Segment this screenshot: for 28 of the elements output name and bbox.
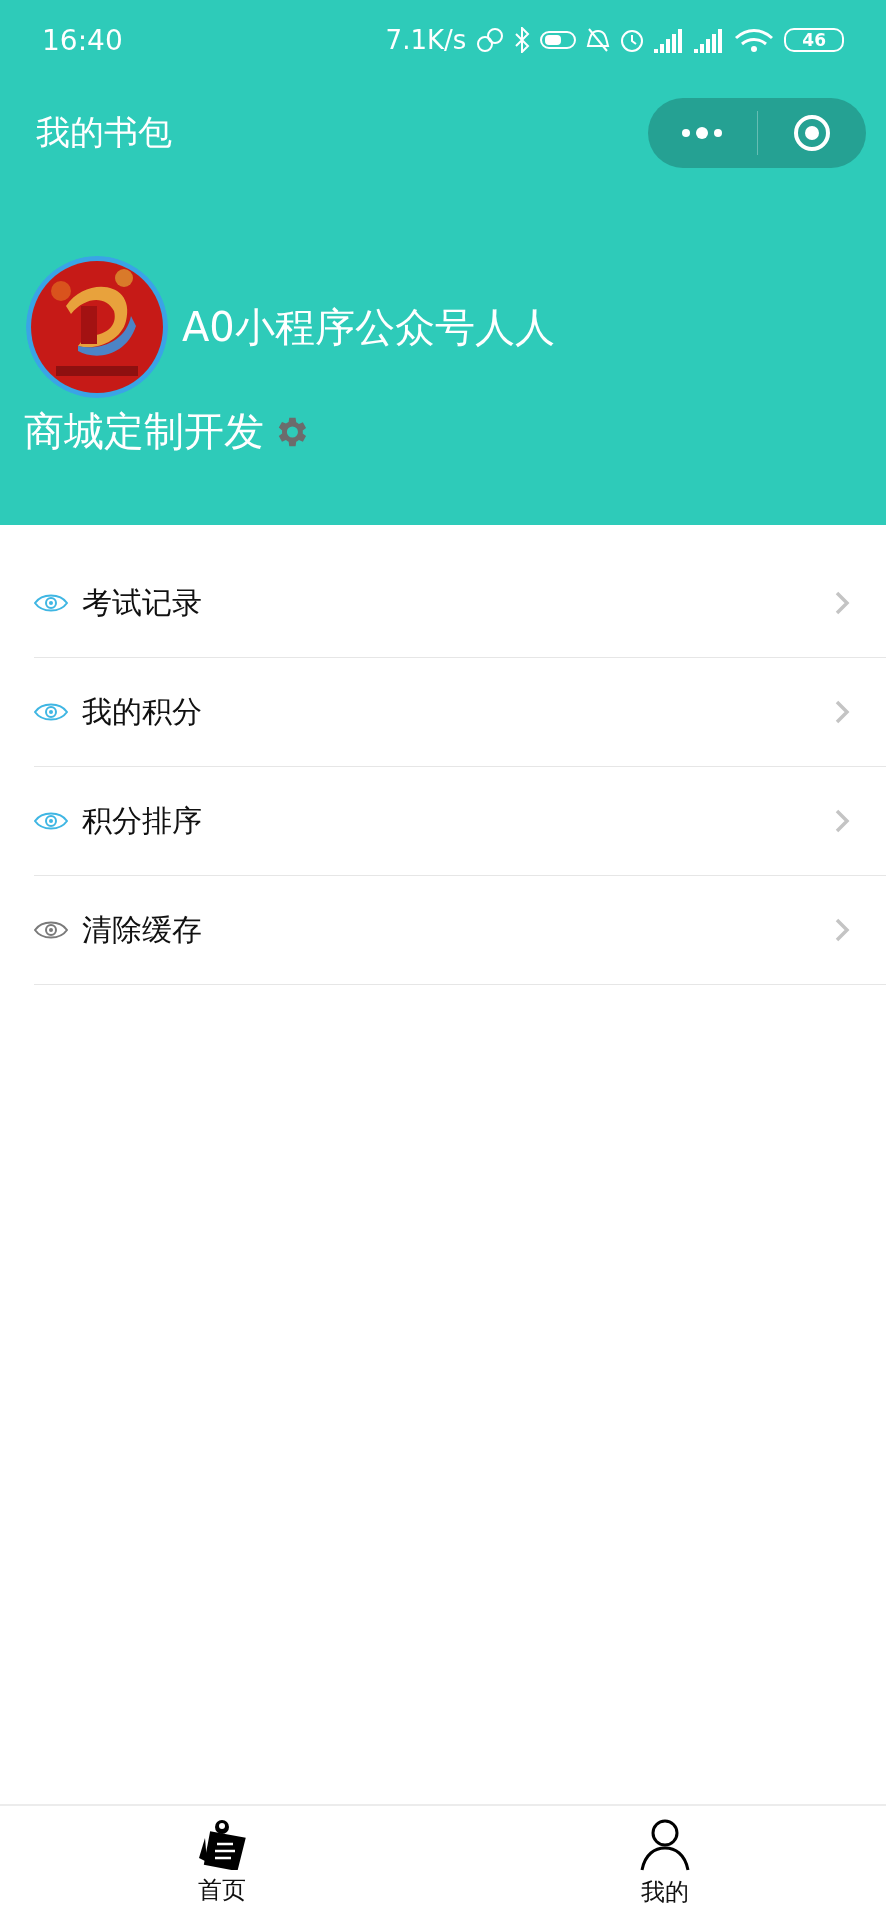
menu-item[interactable]: 清除缓存 bbox=[34, 876, 886, 985]
chevron-right-icon bbox=[834, 808, 850, 834]
toggle-icon bbox=[540, 30, 577, 50]
menu-item[interactable]: 积分排序 bbox=[34, 767, 886, 876]
menu-item[interactable]: 考试记录 bbox=[34, 549, 886, 658]
alarm-icon bbox=[620, 28, 645, 52]
page-title: 我的书包 bbox=[36, 111, 172, 154]
wifi-icon bbox=[734, 27, 775, 53]
person-icon bbox=[638, 1818, 691, 1872]
menu-item[interactable]: 我的积分 bbox=[34, 658, 886, 767]
more-dots-icon bbox=[681, 126, 724, 140]
user-subtitle: 商城定制开发 bbox=[24, 407, 264, 456]
chevron-right-icon bbox=[834, 917, 850, 943]
muted-bell-icon bbox=[586, 27, 611, 53]
bluetooth-icon bbox=[514, 27, 531, 53]
signal-icon bbox=[694, 27, 725, 53]
chevron-right-icon bbox=[834, 590, 850, 616]
chevron-right-icon bbox=[834, 699, 850, 725]
target-icon bbox=[791, 113, 832, 153]
notes-icon bbox=[196, 1818, 247, 1870]
user-name: A0小程序公众号人人 bbox=[182, 302, 555, 352]
status-time: 16:40 bbox=[42, 23, 123, 57]
tab-item[interactable]: 首页 bbox=[0, 1806, 443, 1920]
link-icon bbox=[476, 26, 505, 54]
network-speed: 7.1K/s bbox=[385, 25, 467, 55]
battery-indicator: 46 bbox=[784, 28, 844, 52]
signal-icon bbox=[654, 27, 685, 53]
tab-item[interactable]: 我的 bbox=[443, 1806, 886, 1920]
